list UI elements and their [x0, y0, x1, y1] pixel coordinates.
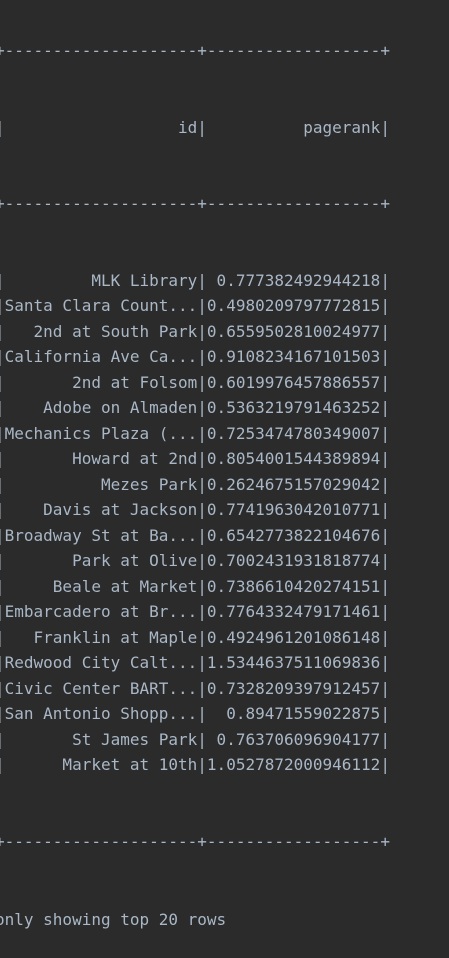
table-row: |Broadway St at Ba...|0.6542773822104676… — [0, 525, 390, 545]
table-border-header: +--------------------+------------------… — [0, 194, 390, 213]
table-border-top: +--------------------+------------------… — [0, 41, 390, 60]
table-row: | 2nd at Folsom|0.6019976457886557| — [0, 372, 390, 392]
table-header: | id| pagerank| — [0, 117, 390, 137]
table-row: | Park at Olive|0.7002431931818774| — [0, 551, 390, 570]
console-output: +--------------------+------------------… — [0, 0, 444, 958]
table-border-bottom: +--------------------+------------------… — [0, 831, 390, 851]
table-row: |California Ave Ca...|0.9108234167101503… — [0, 347, 390, 366]
table-row: | 2nd at South Park|0.6559502810024977| — [0, 321, 390, 341]
table-row: |Redwood City Calt...|1.5344637511069836… — [0, 653, 390, 672]
table-row: | Beale at Market|0.7386610420274151| — [0, 576, 390, 596]
table-row: | Howard at 2nd|0.8054001544389894| — [0, 449, 390, 468]
table-row: | St James Park| 0.763706096904177| — [0, 729, 390, 749]
table-row: | Mezes Park|0.2624675157029042| — [0, 474, 390, 494]
table-row: | Franklin at Maple|0.4924961201086148| — [0, 627, 390, 647]
table-row: |Santa Clara Count...|0.4980209797772815… — [0, 296, 390, 315]
footer-note: only showing top 20 rows — [0, 910, 227, 929]
table-row: | Adobe on Almaden|0.5363219791463252| — [0, 398, 390, 417]
table-body: | MLK Library| 0.777382492944218| |Santa … — [0, 268, 444, 778]
table-row: | MLK Library| 0.777382492944218| — [0, 270, 390, 290]
table-row: |Mechanics Plaza (...|0.7253474780349007… — [0, 423, 390, 443]
table-row: |San Antonio Shopp...| 0.89471559022875| — [0, 704, 390, 723]
table-row: | Market at 10th|1.0527872000946112| — [0, 755, 390, 774]
table-row: | Davis at Jackson|0.7741963042010771| — [0, 500, 390, 519]
table-row: |Civic Center BART...|0.7328209397912457… — [0, 678, 390, 698]
table-row: |Embarcadero at Br...|0.7764332479171461… — [0, 602, 390, 621]
